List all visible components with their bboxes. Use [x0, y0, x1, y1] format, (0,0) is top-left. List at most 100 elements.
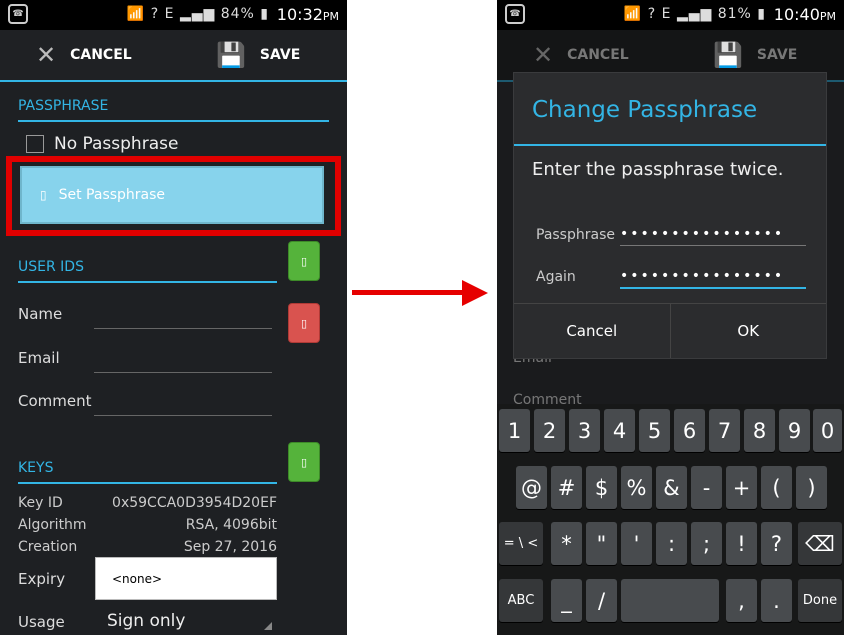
- no-passphrase-label: No Passphrase: [54, 134, 179, 154]
- clock: 10:32PM: [276, 5, 339, 24]
- expiry-field[interactable]: <none>: [95, 557, 277, 600]
- status-bar: ☎ 📶 ? E ▂▄▆ 84% ▮ 10:32PM: [0, 0, 347, 30]
- key-question[interactable]: ?: [761, 522, 792, 565]
- key-period[interactable]: .: [761, 579, 792, 622]
- user-ids-header: USER IDS: [18, 259, 277, 283]
- usage-spinner[interactable]: Sign only: [107, 611, 185, 631]
- close-icon: ✕: [36, 41, 57, 69]
- save-button[interactable]: 💾 SAVE: [216, 30, 300, 80]
- key-comma[interactable]: ,: [726, 579, 757, 622]
- save-label: SAVE: [259, 47, 301, 63]
- key-9[interactable]: 9: [779, 409, 810, 452]
- algorithm-label: Algorithm: [18, 517, 87, 533]
- dialog-buttons: Cancel OK: [514, 303, 826, 358]
- voicemail-icon: ☎: [8, 4, 28, 24]
- expiry-label: Expiry: [18, 570, 66, 588]
- battery-text: 84%: [220, 6, 255, 22]
- key-slash[interactable]: /: [586, 579, 617, 622]
- set-passphrase-label: Set Passphrase: [58, 187, 166, 203]
- key-7[interactable]: 7: [709, 409, 740, 452]
- add-user-id-button[interactable]: ▯: [288, 241, 320, 281]
- key-4[interactable]: 4: [604, 409, 635, 452]
- comment-label: Comment: [18, 392, 92, 410]
- key-icon: ▯: [40, 188, 47, 202]
- right-screen: ☎ 📶 ? E ▂▄▆ 81% ▮ 10:40PM ✕ CANCEL 💾 SAV…: [497, 0, 844, 635]
- clock: 10:40PM: [773, 5, 836, 24]
- add-key-button[interactable]: ▯: [288, 442, 320, 482]
- key-2[interactable]: 2: [534, 409, 565, 452]
- comment-field[interactable]: [94, 415, 272, 416]
- key-minus[interactable]: -: [691, 466, 722, 509]
- key-plus[interactable]: +: [726, 466, 757, 509]
- soft-keyboard: 1 2 3 4 5 6 7 8 9 0 @ # $ % & - + ( ) = …: [497, 404, 844, 635]
- key-ampersand[interactable]: &: [656, 466, 687, 509]
- change-passphrase-dialog: Change Passphrase Enter the passphrase t…: [513, 72, 827, 359]
- key-3[interactable]: 3: [569, 409, 600, 452]
- key-dollar[interactable]: $: [586, 466, 617, 509]
- backspace-key[interactable]: ⌫: [798, 522, 842, 565]
- space-bar[interactable]: [621, 579, 719, 622]
- dialog-ok-button[interactable]: OK: [669, 304, 827, 358]
- close-icon: ✕: [533, 41, 554, 69]
- again-label: Again: [536, 269, 576, 285]
- key-more-symbols[interactable]: = \ <: [499, 522, 543, 565]
- name-label: Name: [18, 305, 63, 323]
- creation-value: Sep 27, 2016: [183, 539, 277, 555]
- passphrase-label: Passphrase: [536, 227, 615, 243]
- cancel-label: CANCEL: [70, 47, 132, 63]
- key-exclamation[interactable]: !: [726, 522, 757, 565]
- no-passphrase-checkbox[interactable]: No Passphrase: [26, 134, 178, 154]
- key-semicolon[interactable]: ;: [691, 522, 722, 565]
- backspace-icon: ⌫: [805, 531, 835, 556]
- delete-icon: ▯: [300, 316, 308, 330]
- voicemail-icon: ☎: [505, 4, 525, 24]
- key-id-label: Key ID: [18, 495, 63, 511]
- key-hash[interactable]: #: [551, 466, 582, 509]
- key-0[interactable]: 0: [813, 409, 842, 452]
- remove-user-id-button[interactable]: ▯: [288, 303, 320, 343]
- floppy-disk-icon: 💾: [216, 41, 246, 69]
- transition-arrow: [352, 290, 464, 295]
- key-asterisk[interactable]: *: [551, 522, 582, 565]
- key-colon[interactable]: :: [656, 522, 687, 565]
- key-close-paren[interactable]: ): [796, 466, 827, 509]
- name-field[interactable]: [94, 328, 272, 329]
- dialog-cancel-button[interactable]: Cancel: [514, 304, 670, 358]
- creation-label: Creation: [18, 539, 78, 555]
- key-5[interactable]: 5: [639, 409, 670, 452]
- key-double-quote[interactable]: ": [586, 522, 617, 565]
- key-underscore[interactable]: _: [551, 579, 582, 622]
- key-at[interactable]: @: [516, 466, 547, 509]
- checkbox-box[interactable]: [26, 135, 44, 153]
- key-percent[interactable]: %: [621, 466, 652, 509]
- arrow-head-icon: [462, 280, 488, 306]
- add-icon: ▯: [300, 254, 308, 268]
- expiry-value: <none>: [112, 571, 163, 586]
- key-1[interactable]: 1: [499, 409, 530, 452]
- status-bar: ☎ 📶 ? E ▂▄▆ 81% ▮ 10:40PM: [497, 0, 844, 30]
- dialog-message: Enter the passphrase twice.: [532, 159, 784, 180]
- cancel-button[interactable]: ✕ CANCEL: [36, 30, 132, 80]
- passphrase-header: PASSPHRASE: [18, 98, 329, 122]
- key-done[interactable]: Done: [798, 579, 842, 622]
- email-field[interactable]: [94, 372, 272, 373]
- left-screen: ☎ 📶 ? E ▂▄▆ 84% ▮ 10:32PM ✕ CANCEL 💾 SAV…: [0, 0, 347, 635]
- again-input[interactable]: ••••••••••••••••: [620, 268, 806, 289]
- key-single-quote[interactable]: ': [621, 522, 652, 565]
- key-6[interactable]: 6: [674, 409, 705, 452]
- algorithm-value: RSA, 4096bit: [185, 517, 277, 533]
- signal-icons: 📶 ? E ▂▄▆ 81% ▮: [623, 6, 766, 22]
- floppy-disk-icon: 💾: [713, 41, 743, 69]
- email-label: Email: [18, 349, 60, 367]
- add-icon: ▯: [300, 455, 308, 469]
- cancel-label: CANCEL: [567, 47, 629, 63]
- action-bar: ✕ CANCEL 💾 SAVE: [0, 30, 347, 82]
- signal-icons: 📶 ? E ▂▄▆ 84% ▮: [126, 6, 269, 22]
- key-8[interactable]: 8: [744, 409, 775, 452]
- key-open-paren[interactable]: (: [761, 466, 792, 509]
- usage-label: Usage: [18, 613, 65, 631]
- passphrase-input[interactable]: ••••••••••••••••: [620, 226, 806, 246]
- set-passphrase-button[interactable]: ▯ Set Passphrase: [20, 166, 324, 224]
- key-abc[interactable]: ABC: [499, 579, 543, 622]
- key-id-value: 0x59CCA0D3954D20EF: [112, 495, 277, 511]
